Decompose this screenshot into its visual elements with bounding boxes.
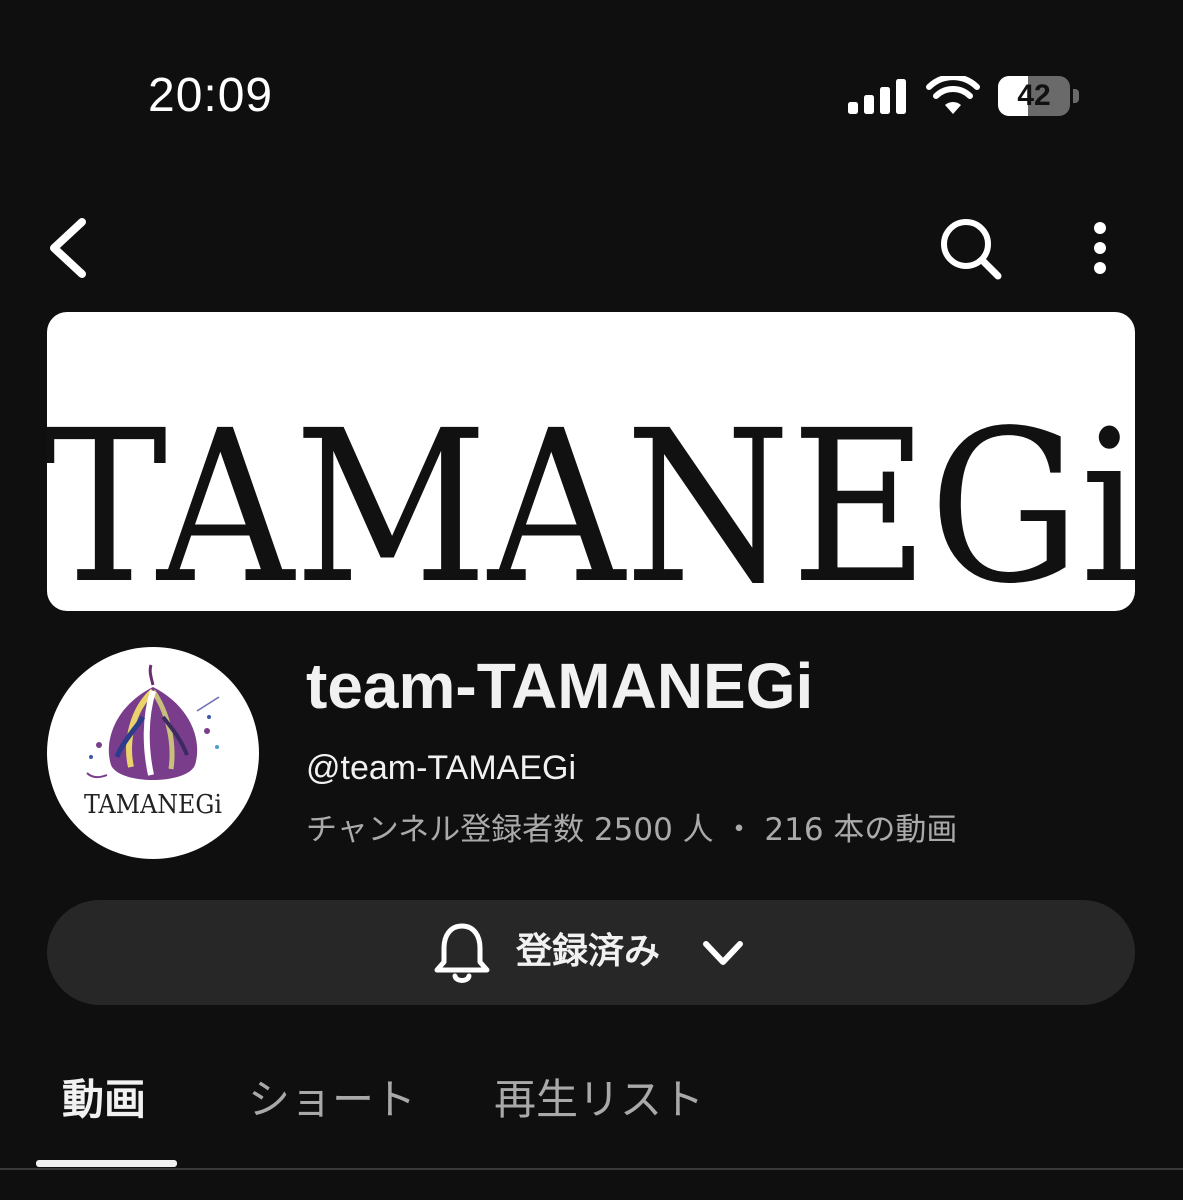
channel-stats: チャンネル登録者数 2500 人 ・ 216 本の動画: [306, 810, 957, 850]
channel-avatar[interactable]: TAMANEGi: [47, 647, 259, 859]
wifi-icon: [926, 76, 980, 114]
tab-playlists[interactable]: 再生リスト: [494, 1072, 704, 1128]
search-icon[interactable]: [936, 214, 1006, 284]
chevron-down-icon: [700, 934, 746, 972]
tab-shorts[interactable]: ショート: [248, 1072, 416, 1128]
channel-screen: 20:09 42 TAMANEGi: [0, 0, 1183, 1200]
onion-logo-icon: [87, 665, 219, 780]
subscribed-label: 登録済み: [516, 929, 660, 975]
avatar-logo-text: TAMANEGi: [84, 790, 222, 820]
battery-percent: 42: [998, 76, 1070, 116]
channel-banner[interactable]: TAMANEGi: [47, 312, 1135, 611]
tab-divider: [0, 1168, 1183, 1170]
active-tab-indicator: [36, 1160, 177, 1167]
back-chevron-left-icon[interactable]: [40, 212, 100, 284]
bell-icon: [432, 920, 492, 986]
more-vertical-icon[interactable]: [1080, 218, 1120, 278]
banner-logo-text: TAMANEGi: [47, 385, 1135, 611]
channel-handle: @team-TAMAEGi: [306, 747, 576, 789]
cellular-signal-icon: [848, 78, 908, 114]
tab-videos[interactable]: 動画: [62, 1072, 146, 1128]
battery-indicator: 42: [998, 76, 1082, 116]
channel-name: team-TAMANEGi: [306, 648, 813, 724]
status-time: 20:09: [148, 68, 273, 124]
